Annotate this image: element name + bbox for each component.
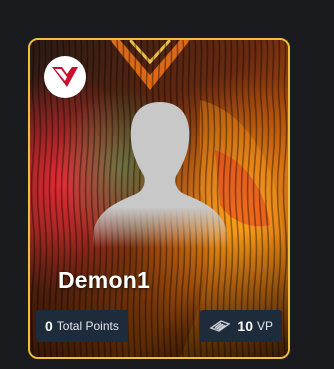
total-points-label: Total Points <box>56 319 119 333</box>
default-avatar-silhouette-icon <box>92 96 228 248</box>
player-card[interactable]: Demon1 0 Total Points 10 VP <box>28 38 290 359</box>
vp-value: 10 <box>237 318 253 334</box>
total-points-badge: 0 Total Points <box>36 310 128 342</box>
vp-label: VP <box>256 319 273 333</box>
valorant-v-icon <box>44 56 86 98</box>
page: Demon1 0 Total Points 10 VP <box>0 0 334 369</box>
vp-badge: 10 VP <box>200 310 282 342</box>
total-points-value: 0 <box>45 318 53 334</box>
player-name: Demon1 <box>58 267 150 293</box>
valorant-points-icon <box>209 318 231 334</box>
